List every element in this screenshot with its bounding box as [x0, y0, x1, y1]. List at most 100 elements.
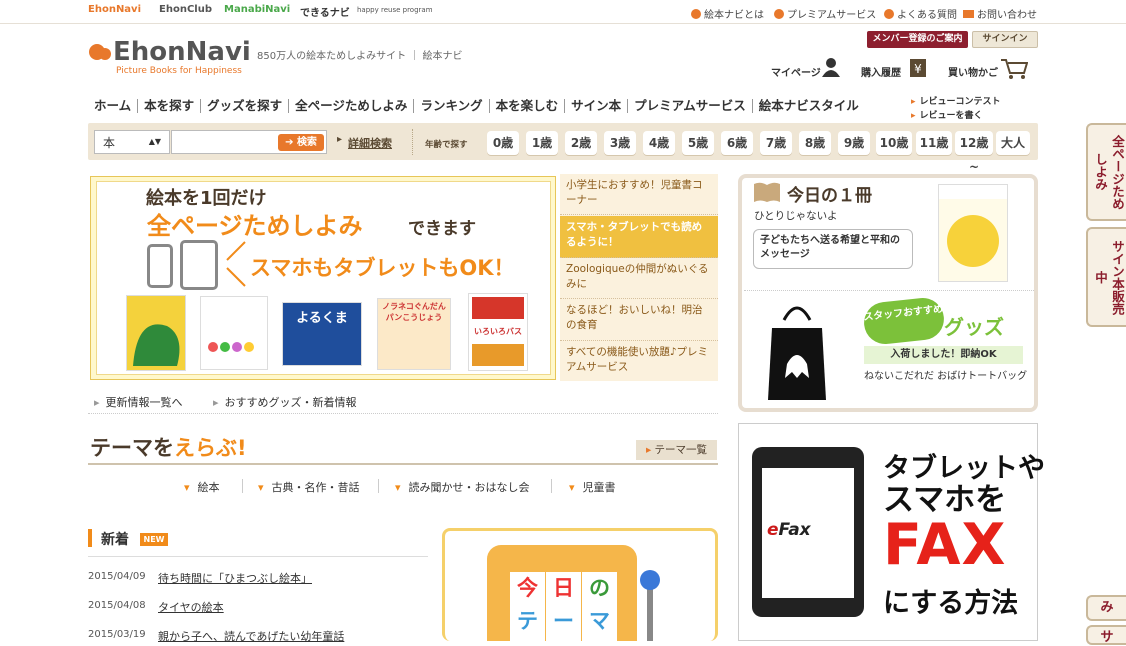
news-link[interactable]: 待ち時間に「ひまつぶし絵本」 [158, 570, 312, 586]
nav-style[interactable]: 絵本ナビスタイル [753, 99, 865, 113]
banner-line2: 全ページためしよみ [147, 212, 363, 240]
spark-lines-icon [226, 241, 246, 287]
feature-item-zoologique[interactable]: Zoologiqueの仲間がぬいぐるみに [560, 258, 718, 299]
nav-premium[interactable]: プレミアムサービス [628, 99, 753, 113]
age-10-button[interactable]: 10歳 [876, 131, 912, 155]
todays-book-name[interactable]: ひとりじゃないよ [754, 208, 837, 223]
age-6-button[interactable]: 6歳 [721, 131, 753, 155]
mail-icon [963, 9, 974, 18]
todays-book-cover[interactable] [938, 184, 1008, 282]
nav-ranking[interactable]: ランキング [414, 99, 490, 113]
faq-link[interactable]: よくある質問 [884, 6, 957, 21]
age-9-button[interactable]: 9歳 [838, 131, 870, 155]
theme-heading-b: えらぶ! [174, 436, 247, 460]
todays-book-title: 今日の１冊 [787, 186, 872, 206]
feature-item-meiji[interactable]: なるほど！おいしいね！明治の食育 [560, 299, 718, 341]
slot-lever-stick [647, 586, 653, 641]
age-7-button[interactable]: 7歳 [760, 131, 792, 155]
write-review-link[interactable]: レビューを書く [911, 108, 983, 121]
news-title: 新着 [101, 532, 129, 548]
mypage-link[interactable]: マイページ [771, 64, 821, 79]
book-title: よるくま [296, 311, 348, 326]
svg-text:¥: ¥ [914, 62, 922, 76]
goods-stock-notice: 入荷しました！即納OK [864, 346, 1023, 364]
side-tab-full-preview[interactable]: 全ページためしよみ [1086, 123, 1126, 221]
brand-dekiru-link[interactable]: できるナビ [300, 4, 350, 19]
book-cover-iroiro-bus[interactable]: いろいろバス [468, 293, 528, 371]
category-select[interactable]: 本 ▲▼ [94, 130, 170, 154]
news-accent-bar [88, 529, 92, 547]
member-registration-button[interactable]: メンバー登録のご案内 [867, 31, 968, 48]
feature-item-premium[interactable]: すべての機能使い放題♪プレミアムサービス [560, 341, 718, 381]
book-cover-2[interactable] [200, 296, 268, 370]
efax-logo-fax: Fax [778, 520, 811, 540]
signin-button[interactable]: サインイン [972, 31, 1038, 48]
efax-logo: eFax [767, 520, 811, 540]
age-2-button[interactable]: 2歳 [565, 131, 597, 155]
book-cover-noraneko[interactable]: ノラネコぐんだん パンこうじょう [377, 298, 451, 370]
nav-find-books[interactable]: 本を探す [138, 99, 202, 113]
nav-enjoy[interactable]: 本を楽しむ [490, 99, 566, 113]
recommended-goods-link[interactable]: おすすめグッズ・新着情報 [213, 394, 357, 410]
advanced-search-link[interactable]: 詳細検索 [348, 135, 392, 151]
tote-bag-image[interactable] [762, 302, 832, 402]
premium-link[interactable]: プレミアムサービス [774, 6, 876, 21]
contact-link[interactable]: お問い合わせ [963, 6, 1037, 21]
search-button[interactable]: ➔ 検索 [278, 134, 324, 151]
brand-happy-reuse-link[interactable]: happy reuse program [357, 6, 433, 14]
theme-list-button[interactable]: ▸ テーマ一覧 [636, 440, 717, 460]
age-5-button[interactable]: 5歳 [682, 131, 714, 155]
slot-lever-knob [640, 570, 660, 590]
nav-find-goods[interactable]: グッズを探す [201, 99, 290, 113]
purchase-history-link[interactable]: 購入履歴 [861, 64, 901, 79]
side-tab-signed-books[interactable]: サイン本販売中 [1086, 227, 1126, 327]
nav-home[interactable]: ホーム [88, 99, 139, 113]
top-bar: EhonNavi EhonClub ManabiNavi できるナビ happy… [0, 0, 1126, 24]
news-link[interactable]: タイヤの絵本 [158, 599, 224, 615]
book-cover-yorukuma[interactable]: よるくま [282, 302, 362, 366]
select-arrow-icon: ▲▼ [148, 137, 161, 146]
open-book-icon [754, 182, 780, 202]
theme-classics[interactable]: 古典・名作・昔話 [258, 479, 360, 495]
goods-name-link[interactable]: ねないこだれだ おばけトートバッグ [864, 370, 1029, 384]
new-badge: NEW [140, 533, 168, 546]
review-contest-link[interactable]: レビューコンテスト [911, 94, 1001, 107]
age-12-button[interactable]: 12歳~ [955, 131, 993, 174]
theme-heading: テーマをえらぶ! [90, 432, 247, 462]
feature-item-smartphone[interactable]: スマホ・タブレットでも読めるように！ [560, 216, 718, 258]
side-tab-sa[interactable]: サ [1086, 625, 1126, 645]
site-logo[interactable]: EhonNavi [113, 37, 251, 67]
age-0-button[interactable]: 0歳 [487, 131, 519, 155]
age-3-button[interactable]: 3歳 [604, 131, 636, 155]
theme-storytelling[interactable]: 読み聞かせ・おはなし会 [395, 479, 530, 495]
cart-link[interactable]: 買い物かご [948, 64, 998, 79]
theme-childrens-books[interactable]: 児童書 [569, 479, 616, 495]
updates-list-link[interactable]: 更新情報一覧へ [94, 394, 183, 410]
nav-full-preview[interactable]: 全ページためしよみ [289, 99, 415, 113]
slot-cell: 日ー [546, 572, 581, 641]
faq-label: よくある質問 [897, 10, 957, 21]
age-8-button[interactable]: 8歳 [799, 131, 831, 155]
divider [378, 479, 379, 493]
theme-picture-books[interactable]: 絵本 [184, 479, 220, 495]
brand-ehonclub-link[interactable]: EhonClub [159, 4, 212, 15]
receipt-icon: ¥ [910, 59, 926, 77]
brand-manabinavi-link[interactable]: ManabiNavi [224, 4, 290, 15]
side-tab-mi[interactable]: み [1086, 595, 1126, 621]
age-11-button[interactable]: 11歳 [916, 131, 952, 155]
ehonnavi-icon [691, 8, 701, 19]
age-4-button[interactable]: 4歳 [643, 131, 675, 155]
premium-icon [774, 8, 784, 19]
adult-button[interactable]: 大人 [996, 131, 1030, 155]
book-cover-1[interactable] [126, 295, 186, 371]
brand-ehonnavi-link[interactable]: EhonNavi [88, 4, 141, 15]
cart-icon [1001, 59, 1028, 79]
age-1-button[interactable]: 1歳 [526, 131, 558, 155]
slot-cell: 今テ [510, 572, 545, 641]
about-link[interactable]: 絵本ナビとは [691, 6, 764, 21]
news-link[interactable]: 親から子へ、読んであげたい幼年童話 [158, 628, 344, 644]
nav-signed-books[interactable]: サイン本 [565, 99, 629, 113]
feature-item-childrens-books[interactable]: 小学生におすすめ！児童書コーナー [560, 174, 718, 215]
user-icon [822, 58, 840, 77]
book-illustration [133, 324, 180, 366]
